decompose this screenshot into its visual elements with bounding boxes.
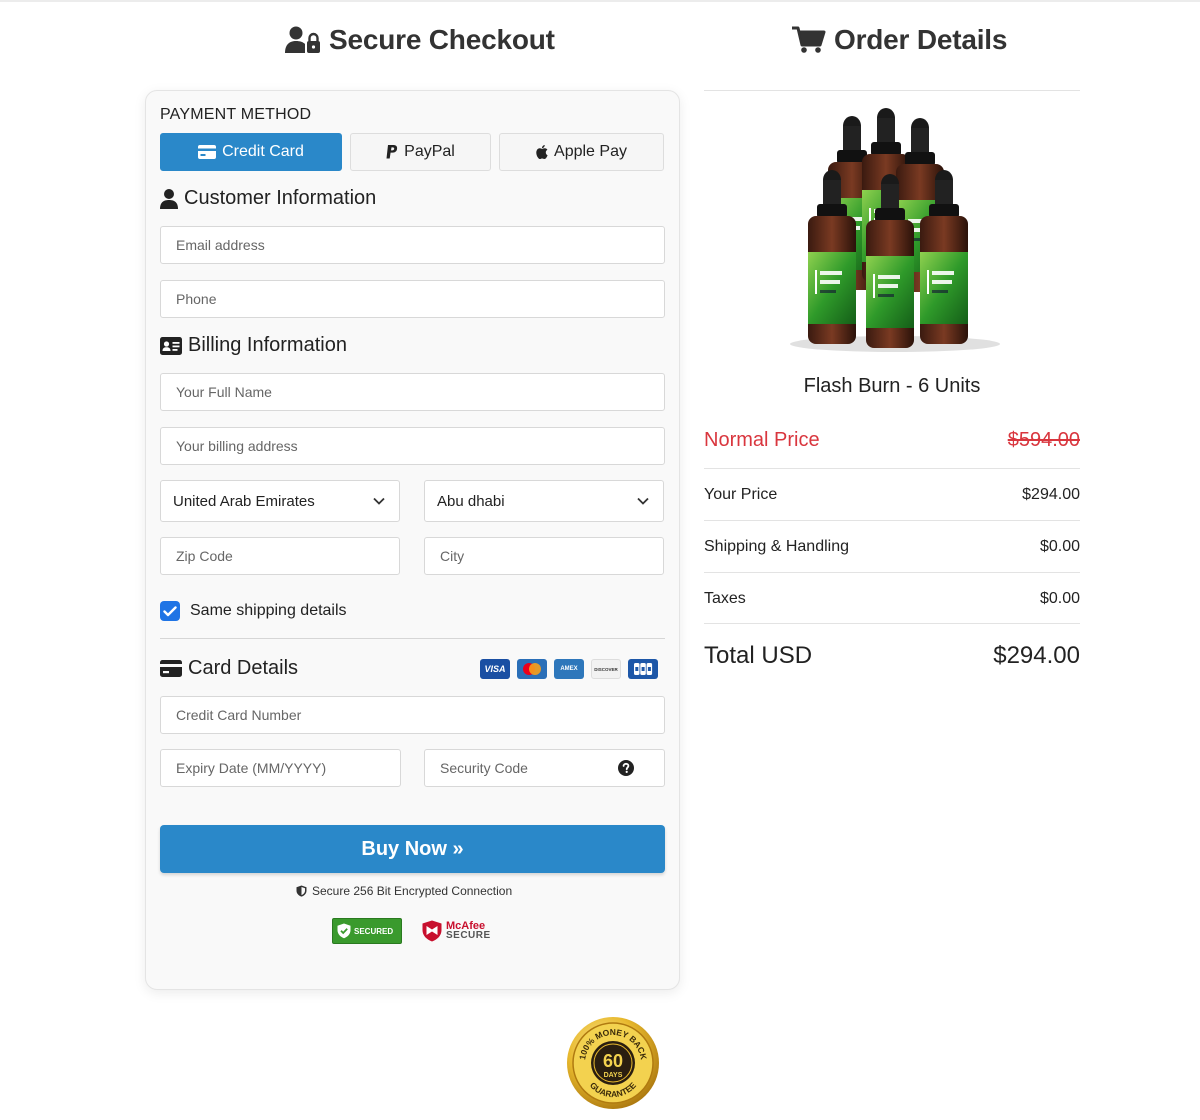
visa-logo: VISA	[480, 659, 510, 679]
normal-price-value: $594.00	[1007, 429, 1080, 451]
country-select[interactable]: United Arab Emirates	[160, 480, 400, 522]
phone-placeholder: Phone	[176, 291, 217, 307]
top-border	[0, 0, 1200, 2]
seal-number: 60	[603, 1051, 623, 1071]
shopping-cart-icon	[792, 26, 826, 53]
trust-secured-text: SECURED	[354, 926, 394, 936]
mastercard-logo	[517, 659, 547, 679]
total-value: $294.00	[993, 642, 1080, 669]
product-image	[790, 108, 1000, 352]
card-number-field[interactable]: Credit Card Number	[160, 696, 665, 734]
taxes-value: $0.00	[1039, 590, 1080, 607]
email-field[interactable]: Email address	[160, 226, 665, 264]
credit-card-icon	[160, 660, 182, 677]
row-divider	[704, 468, 1080, 469]
user-lock-icon	[285, 26, 320, 53]
your-price-label: Your Price	[704, 486, 778, 503]
shield-icon	[296, 885, 307, 897]
total-label: Total USD	[704, 642, 813, 669]
apple-icon	[536, 145, 548, 159]
checkout-heading: Secure Checkout	[285, 24, 555, 56]
city-field[interactable]: City	[424, 537, 664, 575]
trust-secured-badge: SECURED	[332, 918, 402, 944]
zip-code-placeholder: Zip Code	[176, 548, 233, 564]
user-icon	[160, 188, 178, 209]
credit-card-button[interactable]: Credit Card	[160, 133, 342, 171]
discover-logo: DISCOVER	[591, 659, 621, 679]
seal-days: DAYS	[604, 1072, 623, 1079]
money-back-guarantee-seal: 60 DAYS 100% MONEY BACK GUARANTEE	[567, 1017, 659, 1109]
mcafee-secure-badge: McAfee SECURE	[422, 918, 492, 944]
mcafee-shield-icon	[422, 920, 442, 942]
paypal-icon	[386, 145, 398, 159]
mcafee-secure-text: SECURE	[446, 930, 491, 941]
same-shipping-label: Same shipping details	[190, 602, 347, 619]
row-divider	[704, 572, 1080, 573]
security-code-field[interactable]: Security Code	[424, 749, 665, 787]
same-shipping-row[interactable]: Same shipping details	[160, 601, 347, 621]
paypal-button[interactable]: PayPal	[350, 133, 491, 171]
shipping-row: Shipping & Handling $0.00	[704, 538, 1080, 556]
expiry-date-placeholder: Expiry Date (MM/YYYY)	[176, 760, 327, 776]
credit-card-icon	[198, 145, 217, 159]
zip-code-field[interactable]: Zip Code	[160, 537, 400, 575]
billing-info-title: Billing Information	[188, 334, 347, 356]
apple-pay-label: Apple Pay	[554, 143, 627, 160]
product-name: Flash Burn - 6 Units	[803, 375, 981, 397]
question-circle-icon[interactable]	[618, 760, 634, 776]
paypal-label: PayPal	[404, 143, 455, 160]
phone-field[interactable]: Phone	[160, 280, 665, 318]
checkout-title: Secure Checkout	[329, 24, 555, 55]
secure-connection-notice: Secure 256 Bit Encrypted Connection	[296, 884, 512, 898]
your-price-row: Your Price $294.00	[704, 486, 1080, 504]
secure-connection-text: Secure 256 Bit Encrypted Connection	[312, 884, 513, 898]
order-heading: Order Details	[792, 24, 1007, 56]
card-details-heading: Card Details	[160, 657, 298, 680]
amex-logo: AMEX	[554, 659, 584, 679]
jcb-icon	[634, 663, 653, 675]
shield-check-icon	[337, 923, 351, 939]
divider	[160, 638, 665, 639]
taxes-row: Taxes $0.00	[704, 590, 1080, 608]
full-name-placeholder: Your Full Name	[176, 384, 272, 400]
total-row: Total USD $294.00	[704, 642, 1080, 670]
apple-pay-button[interactable]: Apple Pay	[499, 133, 664, 171]
mastercard-icon	[523, 663, 541, 675]
card-number-placeholder: Credit Card Number	[176, 707, 302, 723]
card-details-title: Card Details	[188, 657, 299, 679]
security-code-placeholder: Security Code	[440, 760, 528, 776]
region-value: Abu dhabi	[437, 492, 505, 510]
jcb-logo	[628, 659, 658, 679]
id-card-icon	[160, 336, 182, 355]
chevron-down-icon	[373, 497, 385, 505]
country-value: United Arab Emirates	[173, 492, 315, 510]
billing-info-heading: Billing Information	[160, 334, 347, 357]
billing-address-placeholder: Your billing address	[176, 438, 298, 454]
payment-method-label: PAYMENT METHOD	[160, 106, 312, 123]
row-divider	[704, 623, 1080, 624]
checkmark-icon	[163, 605, 177, 616]
buy-now-button[interactable]: Buy Now »	[160, 825, 665, 873]
card-brand-logos: VISA AMEX DISCOVER	[480, 659, 658, 679]
shipping-label: Shipping & Handling	[704, 538, 849, 555]
shipping-value: $0.00	[1039, 538, 1080, 555]
row-divider	[704, 520, 1080, 521]
city-placeholder: City	[440, 548, 465, 564]
credit-card-label: Credit Card	[222, 143, 304, 160]
region-select[interactable]: Abu dhabi	[424, 480, 664, 522]
customer-info-title: Customer Information	[184, 187, 377, 209]
taxes-label: Taxes	[704, 590, 746, 607]
customer-info-heading: Customer Information	[160, 187, 376, 210]
full-name-field[interactable]: Your Full Name	[160, 373, 665, 411]
your-price-value: $294.00	[1022, 486, 1080, 503]
billing-address-field[interactable]: Your billing address	[160, 427, 665, 465]
chevron-down-icon	[637, 497, 649, 505]
order-title: Order Details	[834, 24, 1008, 55]
order-divider	[704, 90, 1080, 91]
email-placeholder: Email address	[176, 237, 265, 253]
expiry-date-field[interactable]: Expiry Date (MM/YYYY)	[160, 749, 401, 787]
normal-price-label: Normal Price	[704, 429, 820, 451]
normal-price-row: Normal Price $594.00	[704, 429, 1080, 452]
same-shipping-checkbox[interactable]	[160, 601, 180, 621]
